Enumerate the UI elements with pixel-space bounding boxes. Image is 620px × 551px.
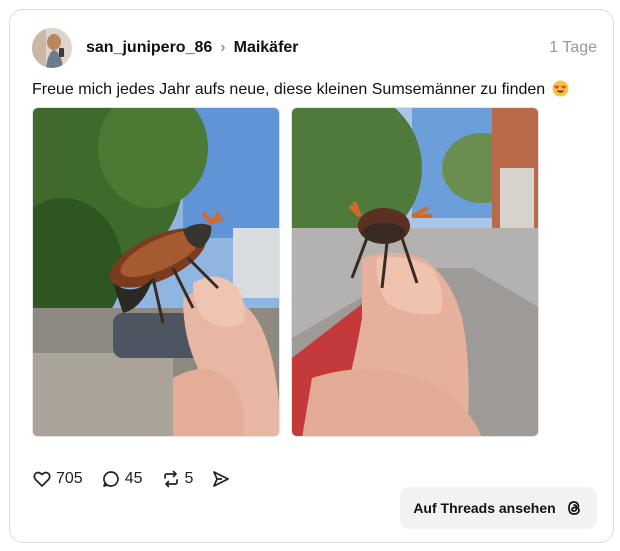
topic-link[interactable]: Maikäfer: [234, 39, 299, 57]
avatar[interactable]: [32, 28, 72, 68]
repost-count: 5: [184, 470, 194, 487]
like-count: 705: [56, 470, 83, 487]
reply-button[interactable]: 45: [101, 469, 143, 489]
post-timestamp: 1 Tage: [549, 39, 597, 56]
post-image-1[interactable]: [32, 107, 280, 437]
heart-eyes-emoji-icon: [552, 80, 569, 97]
post-image-2[interactable]: [291, 107, 539, 437]
post-caption: Freue mich jedes Jahr aufs neue, diese k…: [32, 80, 597, 99]
post-header: san_junipero_86 › Maikäfer 1 Tage: [32, 28, 597, 68]
post-card: san_junipero_86 › Maikäfer 1 Tage Freue …: [9, 9, 614, 543]
like-button[interactable]: 705: [32, 469, 83, 489]
view-on-threads-label: Auf Threads ansehen: [413, 500, 556, 516]
caption-text: Freue mich jedes Jahr aufs neue, diese k…: [32, 81, 546, 98]
reply-count: 45: [124, 470, 143, 487]
post-actions: 705 45 5: [32, 468, 253, 490]
repost-button[interactable]: 5: [161, 469, 194, 489]
share-button[interactable]: [211, 469, 235, 489]
send-icon: [211, 469, 231, 489]
view-on-threads-button[interactable]: Auf Threads ansehen: [400, 487, 597, 529]
comment-icon: [101, 469, 121, 489]
threads-logo-icon: [564, 498, 584, 518]
chevron-right-icon: ›: [220, 39, 226, 56]
repost-icon: [161, 469, 181, 489]
heart-icon: [32, 469, 52, 489]
username-link[interactable]: san_junipero_86: [86, 39, 212, 57]
